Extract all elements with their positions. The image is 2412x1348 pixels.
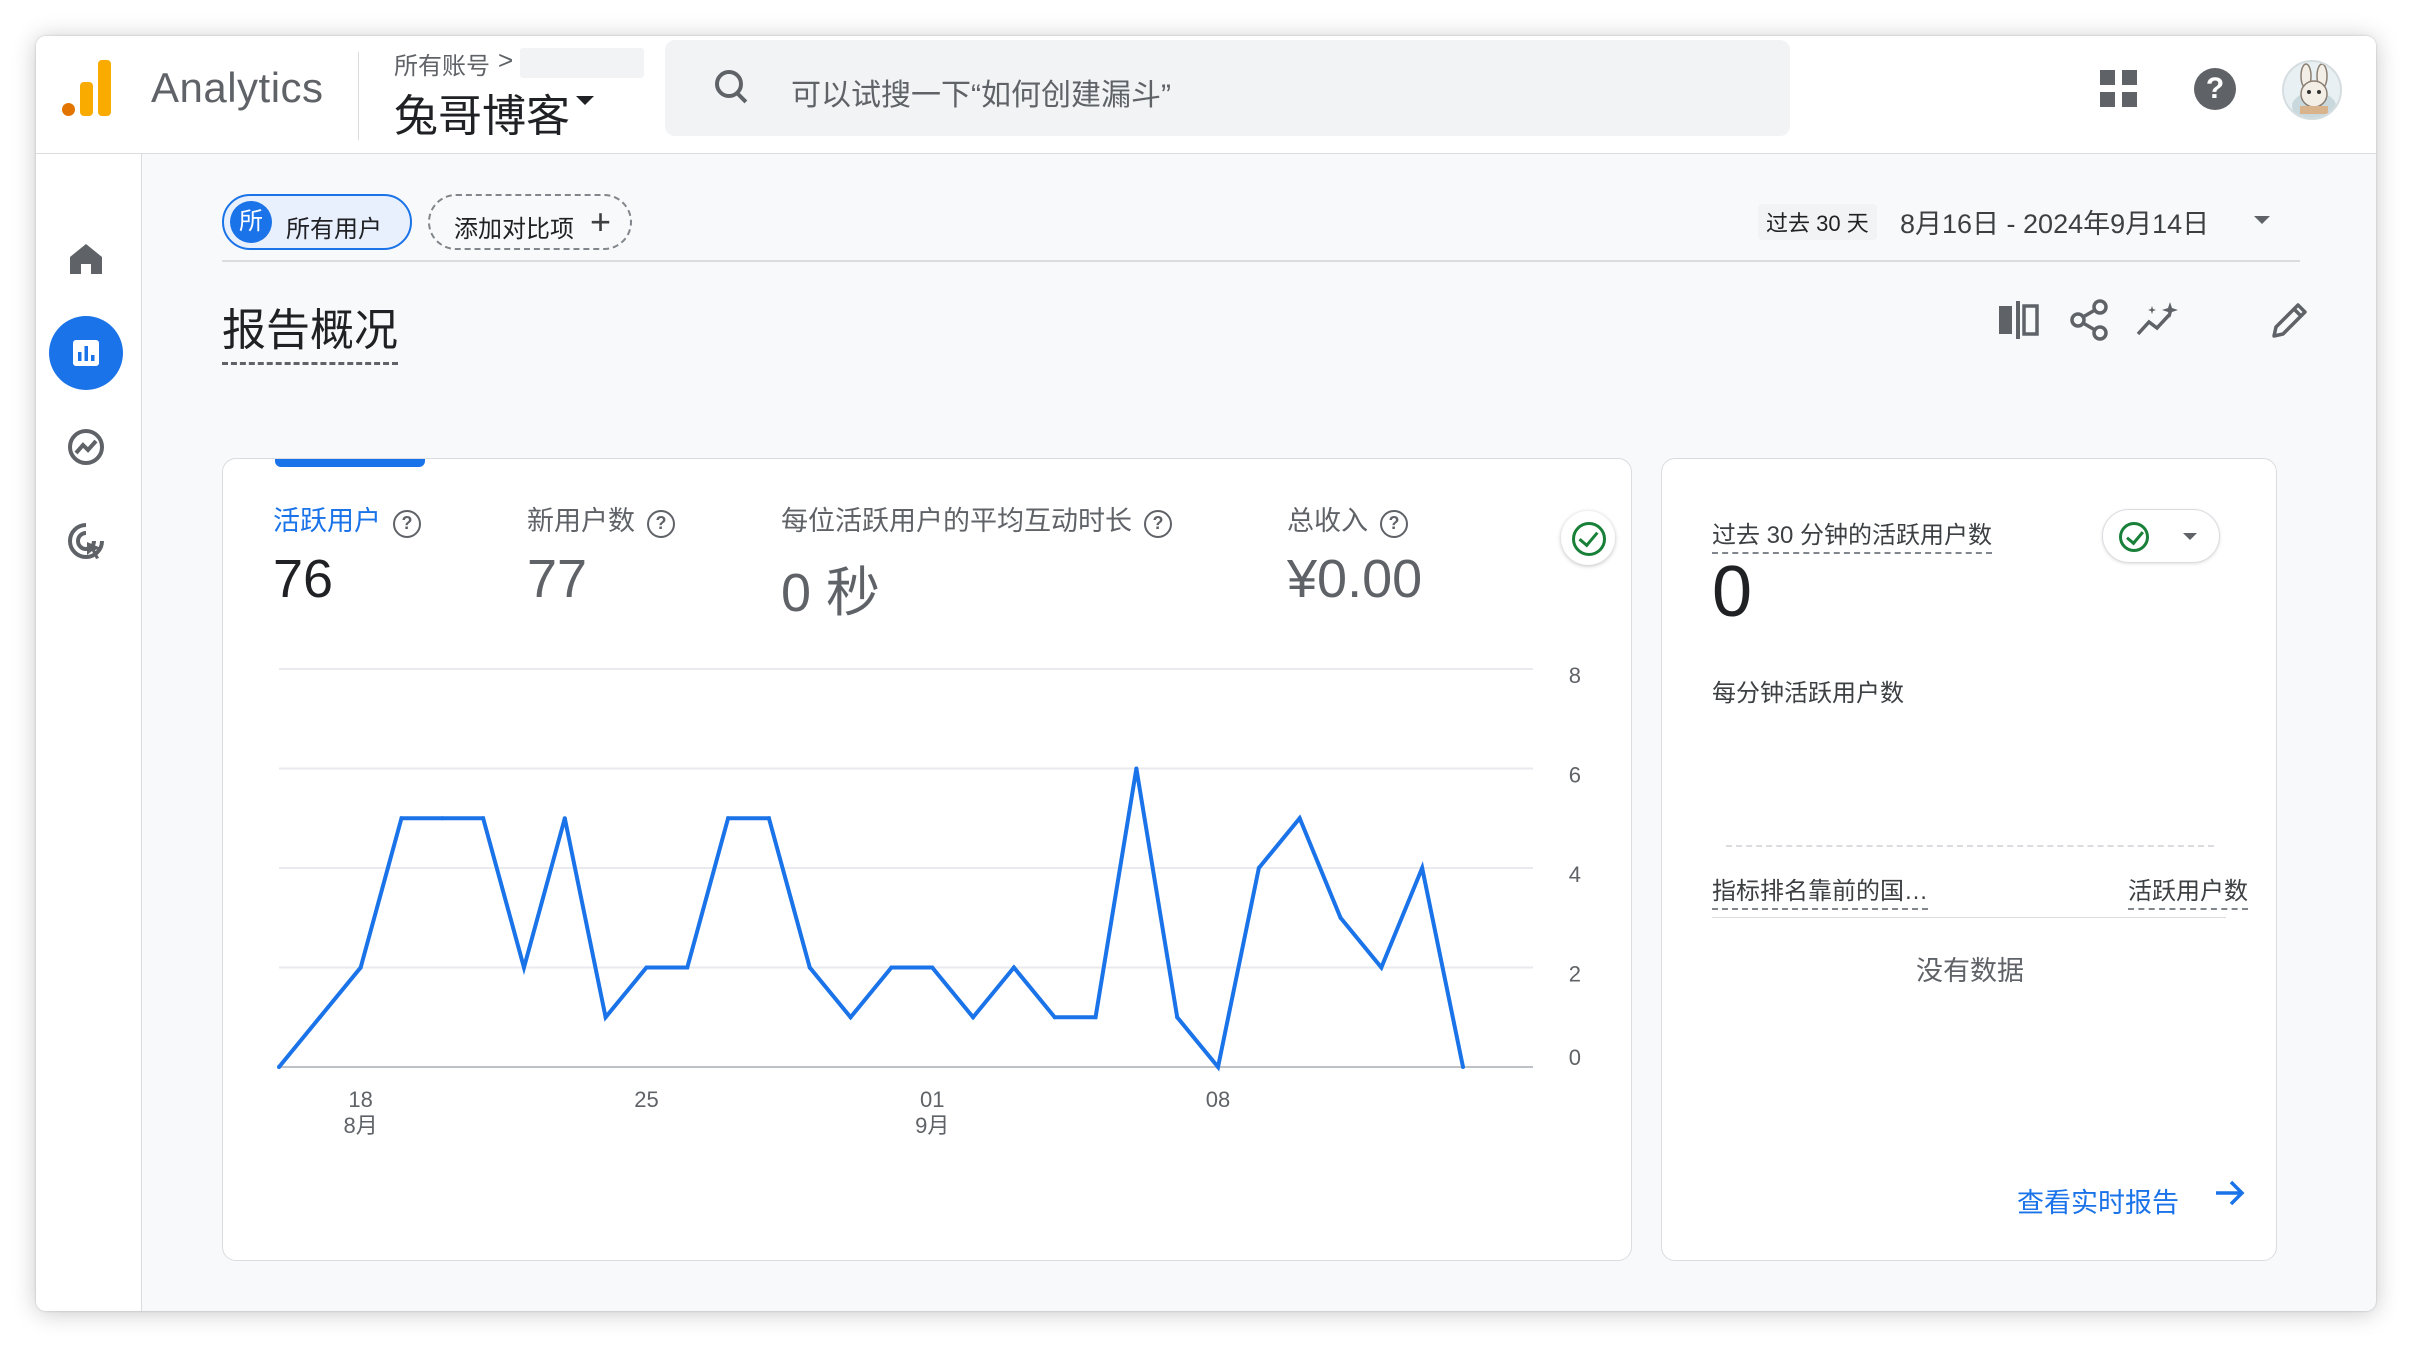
search-input[interactable]: 可以试搜一下“如何创建漏斗” xyxy=(791,70,1171,114)
date-range-picker[interactable]: 8月16日 - 2024年9月14日 xyxy=(1900,202,2209,241)
data-point[interactable] xyxy=(685,965,690,970)
check-circle-icon xyxy=(2119,522,2149,552)
overview-card: 活跃用户? 76 新用户数? 77 每位活跃用户的平均互动时长? 0 秒 总收入… xyxy=(222,458,1632,1261)
x-tick-label: 25 xyxy=(634,1087,658,1112)
date-range-caret-icon[interactable] xyxy=(2254,216,2270,224)
share-icon[interactable] xyxy=(2066,296,2114,344)
explore-icon xyxy=(68,429,104,465)
data-point[interactable] xyxy=(521,965,526,970)
advertising-icon xyxy=(68,523,104,559)
x-tick-label: 08 xyxy=(1206,1087,1230,1112)
add-comparison-button[interactable]: 添加对比项 + xyxy=(428,194,632,250)
x-tick-month-label: 9月 xyxy=(915,1113,949,1138)
realtime-value: 0 xyxy=(1712,552,1753,632)
data-point[interactable] xyxy=(1134,766,1139,771)
compare-icon[interactable] xyxy=(1994,296,2042,344)
realtime-title[interactable]: 过去 30 分钟的活跃用户数 xyxy=(1712,515,1993,554)
chevron-down-icon xyxy=(2183,533,2197,540)
nav-advertising[interactable] xyxy=(49,504,123,578)
insights-icon[interactable] xyxy=(2134,296,2182,344)
segment-avatar: 所 xyxy=(230,201,272,243)
realtime-empty-state: 没有数据 xyxy=(1916,956,2024,986)
nav-reports[interactable] xyxy=(49,316,123,390)
nav-home[interactable] xyxy=(49,222,123,296)
data-point[interactable] xyxy=(277,1065,281,1069)
active-users-line-chart: 0 2 4 6 8 188月 25 019月 08 xyxy=(277,663,1581,1138)
add-comparison-label: 添加对比项 xyxy=(454,216,574,243)
y-tick-label: 8 xyxy=(1569,663,1581,688)
breadcrumb-redacted xyxy=(520,48,644,78)
y-tick-label: 2 xyxy=(1569,962,1581,987)
realtime-sparkline-empty xyxy=(1726,845,2214,847)
home-icon xyxy=(70,244,102,274)
left-nav xyxy=(36,154,142,1311)
realtime-quality-dropdown[interactable] xyxy=(2102,509,2220,563)
y-tick-label: 4 xyxy=(1569,862,1581,887)
breadcrumb-separator: > xyxy=(498,45,514,75)
top-bar: Analytics 所有账号 > 兔哥博客 可以试搜一下“如何创建漏斗” ? xyxy=(36,36,2376,154)
data-point[interactable] xyxy=(1256,866,1261,870)
x-tick-label: 18 xyxy=(348,1087,372,1112)
series-line-active-users[interactable] xyxy=(277,768,1465,1072)
x-tick-label: 01 xyxy=(920,1087,944,1112)
data-point[interactable] xyxy=(971,1015,976,1020)
account-selector[interactable]: 兔哥博客 xyxy=(394,80,570,144)
search-icon xyxy=(715,70,747,102)
realtime-card: 过去 30 分钟的活跃用户数 0 每分钟活跃用户数 指标排名靠前的国… 活跃用户… xyxy=(1661,458,2277,1261)
data-point[interactable] xyxy=(1093,1015,1098,1020)
reports-icon xyxy=(73,340,99,366)
y-tick-label: 0 xyxy=(1569,1045,1581,1070)
breadcrumb[interactable]: 所有账号 xyxy=(394,46,490,81)
realtime-column-country[interactable]: 指标排名靠前的国… xyxy=(1712,871,1928,910)
apps-grid-icon[interactable] xyxy=(2100,70,2138,108)
data-point[interactable] xyxy=(644,965,649,970)
realtime-column-active-users[interactable]: 活跃用户数 xyxy=(2128,871,2248,910)
analytics-logo-icon[interactable] xyxy=(60,60,116,116)
avatar[interactable] xyxy=(2282,60,2342,120)
realtime-subtitle: 每分钟活跃用户数 xyxy=(1712,680,1904,707)
data-point[interactable] xyxy=(481,816,486,821)
plus-icon: + xyxy=(590,201,612,242)
data-point[interactable] xyxy=(848,1015,853,1020)
app-name: Analytics xyxy=(151,64,324,111)
data-point[interactable] xyxy=(1297,816,1302,821)
data-point[interactable] xyxy=(440,816,445,821)
data-point[interactable] xyxy=(930,965,935,970)
date-range-preset[interactable]: 过去 30 天 xyxy=(1758,204,1877,240)
account-caret-icon[interactable] xyxy=(576,96,594,105)
data-point[interactable] xyxy=(399,816,404,821)
data-point[interactable] xyxy=(317,1015,322,1020)
edit-icon[interactable] xyxy=(2266,296,2314,344)
data-point[interactable] xyxy=(358,965,363,970)
data-point[interactable] xyxy=(1338,915,1343,920)
data-point[interactable] xyxy=(603,1015,608,1020)
divider xyxy=(1712,917,2226,918)
data-point[interactable] xyxy=(726,816,731,821)
data-point[interactable] xyxy=(889,965,894,970)
data-point[interactable] xyxy=(1461,1065,1465,1069)
data-point[interactable] xyxy=(766,816,771,821)
analytics-window: Analytics 所有账号 > 兔哥博客 可以试搜一下“如何创建漏斗” ? 所… xyxy=(36,36,2376,1311)
help-icon[interactable]: ? xyxy=(2194,68,2236,110)
nav-explore[interactable] xyxy=(49,410,123,484)
header-divider xyxy=(358,52,359,140)
data-point[interactable] xyxy=(1216,1065,1221,1069)
segment-label: 所有用户 xyxy=(286,216,382,243)
data-point[interactable] xyxy=(562,816,567,821)
search-bar[interactable]: 可以试搜一下“如何创建漏斗” xyxy=(665,40,1790,136)
view-realtime-link[interactable]: 查看实时报告 xyxy=(2017,1181,2179,1220)
data-point[interactable] xyxy=(1052,1015,1057,1020)
divider xyxy=(222,260,2300,262)
page-title[interactable]: 报告概况 xyxy=(222,294,398,365)
data-point[interactable] xyxy=(1420,866,1425,870)
data-point[interactable] xyxy=(1011,965,1016,970)
y-tick-label: 6 xyxy=(1569,763,1581,788)
x-tick-month-label: 8月 xyxy=(344,1113,378,1138)
data-point[interactable] xyxy=(1175,1015,1180,1020)
data-point[interactable] xyxy=(1379,965,1384,970)
segment-chip-all-users[interactable]: 所 所有用户 xyxy=(222,194,412,250)
data-point[interactable] xyxy=(807,965,812,970)
arrow-right-icon[interactable] xyxy=(2212,1173,2248,1213)
